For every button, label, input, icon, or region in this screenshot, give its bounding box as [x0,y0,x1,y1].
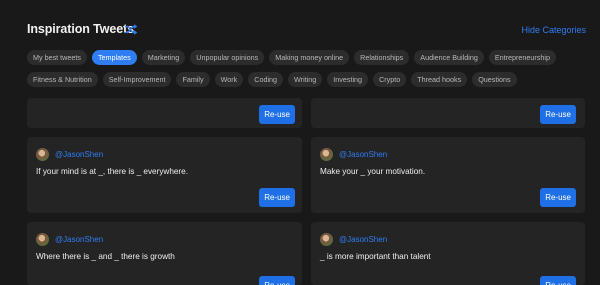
chip-unpopular-opinions[interactable]: Unpopular opinions [190,50,265,65]
avatar [320,232,333,246]
chip-entrepreneurship[interactable]: Entrepreneurship [488,50,556,65]
header: Inspiration Tweets Hide Categories [27,22,586,40]
chip-work[interactable]: Work [214,72,244,87]
tweet-text: _ is more important than talent [320,252,431,261]
tweet-card: Re-use [27,98,302,128]
chip-making-money-online[interactable]: Making money online [269,50,350,65]
reuse-button[interactable]: Re-use [540,188,576,207]
chip-crypto[interactable]: Crypto [373,72,407,87]
reuse-button[interactable]: Re-use [540,105,576,124]
chip-thread-hooks[interactable]: Thread hooks [411,72,468,87]
chip-templates[interactable]: Templates [91,50,137,65]
chip-audience-building[interactable]: Audience Building [414,50,484,65]
author-handle[interactable]: @JasonShen [55,150,103,159]
tweet-card: @JasonShen _ is more important than tale… [311,222,585,285]
tweet-text: Where there is _ and _ there is growth [36,252,175,261]
author-handle[interactable]: @JasonShen [339,150,387,159]
tweet-author: @JasonShen [320,147,387,161]
tweet-author: @JasonShen [36,232,103,246]
chip-family[interactable]: Family [176,72,210,87]
chip-investing[interactable]: Investing [327,72,369,87]
tweet-author: @JasonShen [320,232,387,246]
avatar [320,147,333,161]
avatar [36,232,49,246]
avatar [36,147,49,161]
category-chips: My best tweets Templates Marketing Unpop… [27,50,587,94]
tweet-card: @JasonShen If your mind is at _, there i… [27,137,302,213]
chip-self-improvement[interactable]: Self-Improvement [102,72,172,87]
hide-categories-link[interactable]: Hide Categories [521,25,586,35]
reuse-button[interactable]: Re-use [259,276,295,285]
page-title: Inspiration Tweets [27,22,135,36]
tweet-author: @JasonShen [36,147,103,161]
author-handle[interactable]: @JasonShen [55,235,103,244]
chip-fitness-nutrition[interactable]: Fitness & Nutrition [27,72,98,87]
reuse-button[interactable]: Re-use [259,105,295,124]
chip-coding[interactable]: Coding [248,72,284,87]
tweet-card: @JasonShen Where there is _ and _ there … [27,222,302,285]
chip-my-best-tweets[interactable]: My best tweets [27,50,87,65]
chip-questions[interactable]: Questions [472,72,517,87]
shuffle-icon[interactable] [125,24,137,35]
chip-row-1: My best tweets Templates Marketing Unpop… [27,50,587,65]
reuse-button[interactable]: Re-use [259,188,295,207]
author-handle[interactable]: @JasonShen [339,235,387,244]
tweet-card: @JasonShen Make your _ your motivation. … [311,137,585,213]
tweet-text: Make your _ your motivation. [320,167,426,176]
tweet-text: If your mind is at _, there is _ everywh… [36,167,188,176]
reuse-button[interactable]: Re-use [540,276,576,285]
chip-writing[interactable]: Writing [288,72,323,87]
chip-row-2: Fitness & Nutrition Self-Improvement Fam… [27,72,587,87]
chip-marketing[interactable]: Marketing [141,50,186,65]
tweet-card: Re-use [311,98,585,128]
chip-relationships[interactable]: Relationships [354,50,410,65]
